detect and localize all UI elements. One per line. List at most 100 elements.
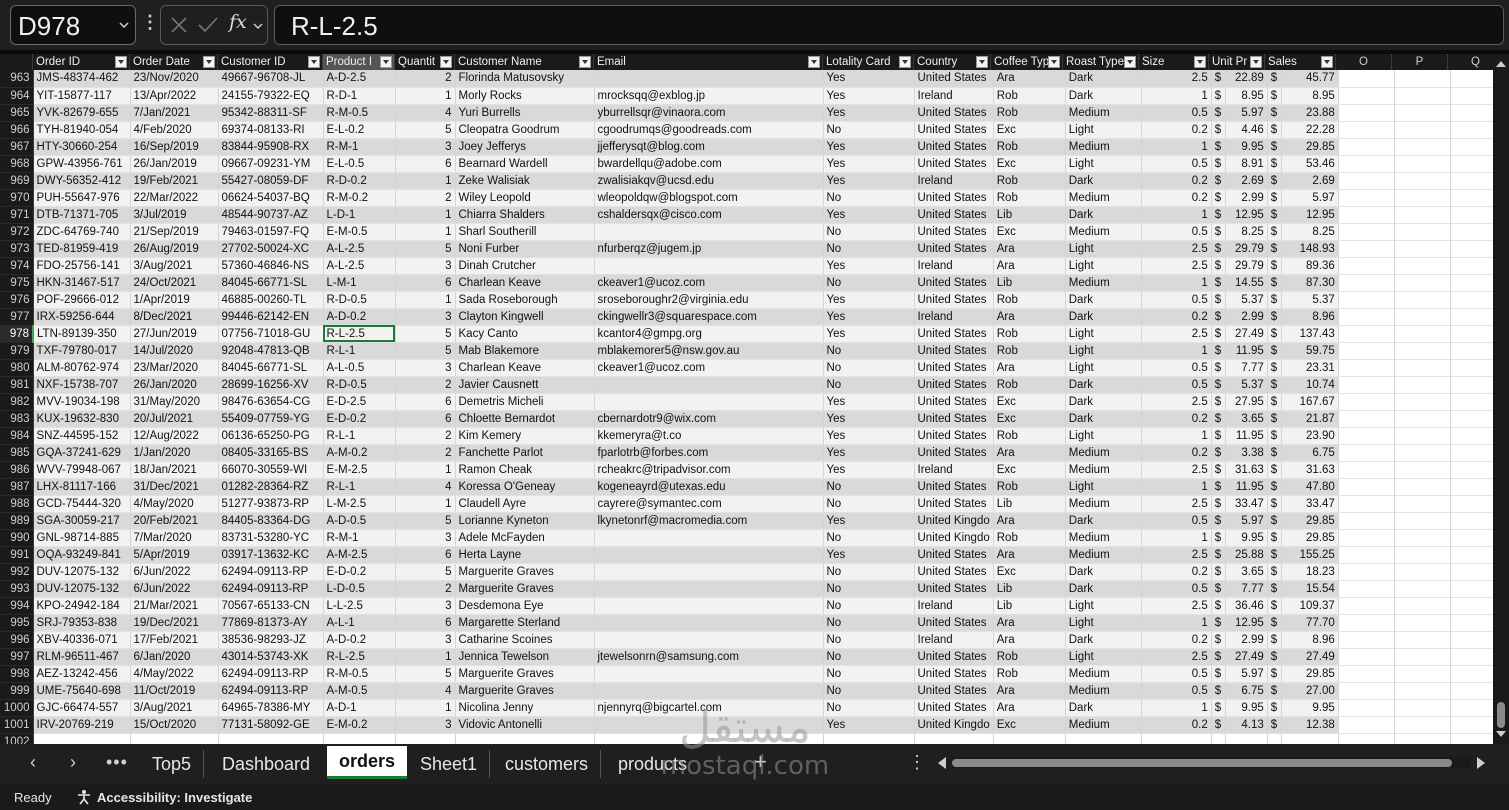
empty-cell[interactable]	[1394, 410, 1451, 428]
table-cell[interactable]: GPW-43956-761	[33, 155, 131, 173]
table-cell[interactable]: Desdemona Eye	[455, 597, 595, 615]
table-row[interactable]: 985 GQA-37241-629 1/Jan/2020 08405-33165-BS…	[0, 444, 1507, 462]
table-cell[interactable]: 0.5	[1141, 682, 1212, 700]
table-cell[interactable]: 7.77	[1225, 580, 1268, 598]
empty-cell[interactable]	[1338, 257, 1395, 275]
row-header[interactable]: 993	[0, 580, 34, 598]
table-cell[interactable]: 62494-09113-RP	[218, 682, 324, 700]
table-cell[interactable]: 33.47	[1225, 495, 1268, 513]
table-cell[interactable]: 6	[395, 155, 456, 173]
table-cell[interactable]: $	[1267, 512, 1282, 530]
table-cell[interactable]: Ramon Cheak	[455, 461, 595, 479]
table-cell[interactable]: $	[1267, 546, 1282, 564]
table-cell[interactable]: 23.90	[1281, 427, 1339, 445]
empty-cell[interactable]	[1394, 393, 1451, 411]
table-cell[interactable]: 2	[395, 189, 456, 207]
table-row[interactable]: 987 LHX-81117-166 31/Dec/2021 01282-28364-R…	[0, 478, 1507, 496]
table-cell[interactable]: 8/Dec/2021	[130, 308, 219, 326]
table-cell[interactable]: 66070-30559-WI	[218, 461, 324, 479]
table-cell[interactable]: $	[1267, 189, 1282, 207]
table-cell[interactable]: Yes	[823, 70, 915, 88]
table-row[interactable]: 963 JMS-48374-462 23/Nov/2020 49667-96708-J…	[0, 70, 1507, 88]
table-cell[interactable]: 8.25	[1281, 223, 1339, 241]
table-cell[interactable]: 5.97	[1225, 512, 1268, 530]
table-cell[interactable]: lkynetonrf@macromedia.com	[594, 512, 824, 530]
table-cell[interactable]: 3.65	[1225, 410, 1268, 428]
table-row[interactable]: 1002	[0, 733, 1507, 744]
table-cell[interactable]: 2.99	[1225, 189, 1268, 207]
table-cell[interactable]: $	[1211, 359, 1226, 377]
add-sheet-icon[interactable]: +	[754, 749, 767, 775]
table-cell[interactable]: $	[1267, 597, 1282, 615]
table-row[interactable]: 977 IRX-59256-644 8/Dec/2021 99446-62142-EN…	[0, 308, 1507, 326]
row-header[interactable]: 989	[0, 512, 34, 530]
table-cell[interactable]: Exc	[993, 461, 1066, 479]
table-cell[interactable]: No	[823, 359, 915, 377]
table-cell[interactable]: SNZ-44595-152	[33, 427, 131, 445]
table-cell[interactable]: wleopoldqw@blogspot.com	[594, 189, 824, 207]
empty-cell[interactable]	[1394, 87, 1451, 105]
next-sheet-icon[interactable]: ›	[70, 752, 76, 773]
table-cell[interactable]: Jennica Tewelson	[455, 648, 595, 666]
empty-cell[interactable]	[1338, 716, 1395, 734]
filter-dropdown-icon[interactable]	[579, 56, 591, 68]
empty-cell[interactable]	[1338, 461, 1395, 479]
table-cell[interactable]: Ara	[993, 699, 1066, 717]
table-cell[interactable]: 1/Apr/2019	[130, 291, 219, 309]
table-cell[interactable]: $	[1267, 257, 1282, 275]
empty-cell[interactable]	[1338, 172, 1395, 190]
table-cell[interactable]	[594, 716, 824, 734]
row-header[interactable]: 988	[0, 495, 34, 513]
table-cell[interactable]: Rob	[993, 87, 1066, 105]
table-cell[interactable]: Ireland	[914, 87, 994, 105]
empty-cell[interactable]	[1394, 376, 1451, 394]
table-cell[interactable]: 1	[1141, 342, 1212, 360]
table-cell[interactable]: 0.5	[1141, 155, 1212, 173]
empty-cell[interactable]	[1338, 512, 1395, 530]
filter-dropdown-icon[interactable]	[1048, 56, 1060, 68]
insert-function-icon[interactable]: fx	[229, 11, 247, 33]
table-cell[interactable]: Marguerite Graves	[455, 665, 595, 683]
table-cell[interactable]: 77869-81373-AY	[218, 614, 324, 632]
empty-cell[interactable]	[1338, 206, 1395, 224]
table-cell[interactable]: No	[823, 342, 915, 360]
table-cell[interactable]: 9.95	[1225, 138, 1268, 156]
table-cell[interactable]: United States	[914, 121, 994, 139]
table-cell[interactable]: 7/Jan/2021	[130, 104, 219, 122]
table-cell[interactable]: United States	[914, 410, 994, 428]
table-cell[interactable]: 09667-09231-YM	[218, 155, 324, 173]
row-header[interactable]: 986	[0, 461, 34, 479]
table-row[interactable]: 968 GPW-43956-761 26/Jan/2019 09667-09231-Y…	[0, 155, 1507, 173]
empty-cell[interactable]	[1338, 410, 1395, 428]
empty-cell[interactable]	[1394, 138, 1451, 156]
empty-cell[interactable]	[1394, 291, 1451, 309]
table-cell[interactable]: 55409-07759-YG	[218, 410, 324, 428]
table-cell[interactable]: 1	[395, 223, 456, 241]
table-cell[interactable]	[594, 597, 824, 615]
table-cell[interactable]: 2.5	[1141, 546, 1212, 564]
table-cell[interactable]: Light	[1065, 478, 1142, 496]
row-header[interactable]: 998	[0, 665, 34, 683]
table-cell[interactable]: E-D-0.2	[323, 563, 396, 581]
table-cell[interactable]: 31/Dec/2021	[130, 478, 219, 496]
table-cell[interactable]: Lib	[993, 597, 1066, 615]
empty-cell[interactable]	[1394, 342, 1451, 360]
empty-cell[interactable]	[1338, 648, 1395, 666]
table-cell[interactable]: 11.95	[1225, 427, 1268, 445]
table-cell[interactable]: Rob	[993, 478, 1066, 496]
table-cell[interactable]: United States	[914, 376, 994, 394]
table-cell[interactable]: $	[1211, 529, 1226, 547]
table-cell[interactable]: Rob	[993, 104, 1066, 122]
table-cell[interactable]: 5.37	[1225, 291, 1268, 309]
filter-dropdown-icon[interactable]	[1124, 56, 1136, 68]
table-cell[interactable]: United States	[914, 393, 994, 411]
table-cell[interactable]: 1	[1141, 478, 1212, 496]
table-cell[interactable]: cshaldersqx@cisco.com	[594, 206, 824, 224]
table-cell[interactable]: $	[1267, 325, 1282, 343]
table-row[interactable]: 989 SGA-30059-217 20/Feb/2021 84405-83364-D…	[0, 512, 1507, 530]
table-cell[interactable]: 89.36	[1281, 257, 1339, 275]
table-cell[interactable]: 2	[395, 580, 456, 598]
empty-cell[interactable]	[1394, 546, 1451, 564]
table-cell[interactable]: 8.25	[1225, 223, 1268, 241]
table-cell[interactable]	[218, 733, 324, 744]
